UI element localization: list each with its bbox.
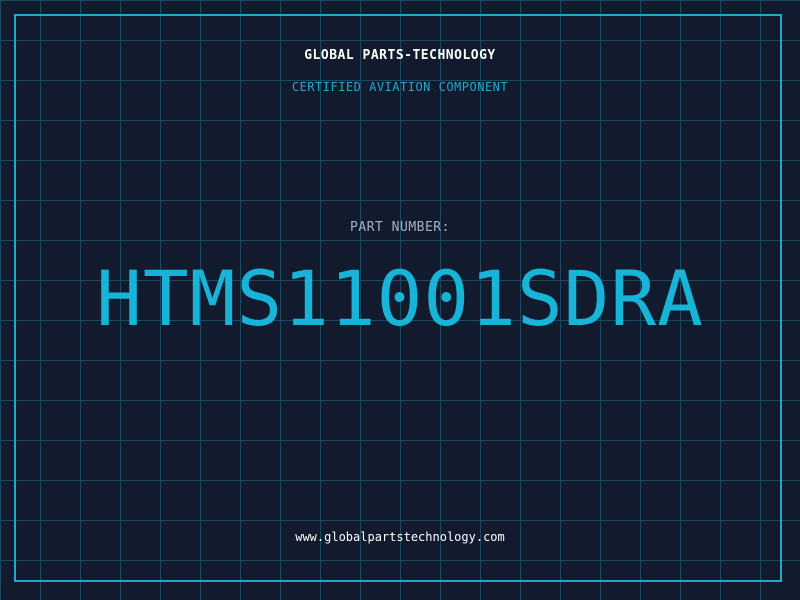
part-number-label: PART NUMBER:	[350, 220, 450, 235]
website-url: www.globalpartstechnology.com	[295, 530, 505, 544]
company-name: GLOBAL PARTS-TECHNOLOGY	[304, 48, 496, 63]
part-card: GLOBAL PARTS-TECHNOLOGY CERTIFIED AVIATI…	[0, 0, 800, 600]
certification-subtitle: CERTIFIED AVIATION COMPONENT	[291, 80, 509, 94]
part-number-value: HTMS11001SDRA	[96, 254, 704, 343]
